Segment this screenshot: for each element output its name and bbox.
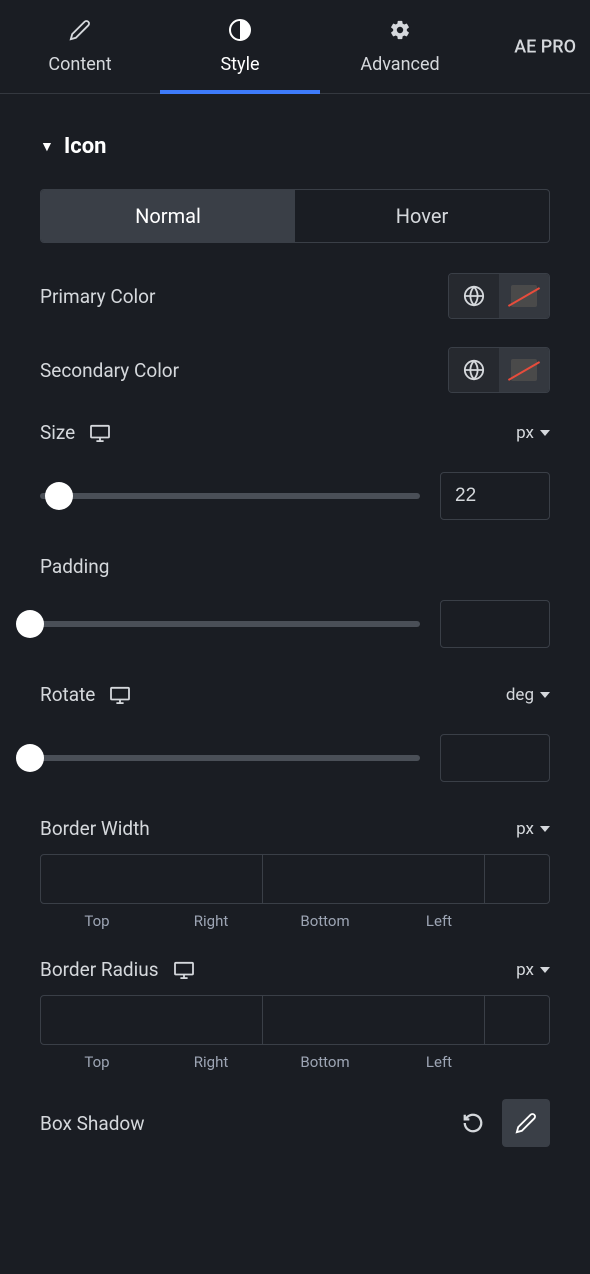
border-radius-top-input[interactable] (41, 996, 263, 1044)
gear-icon (388, 18, 412, 42)
secondary-color-row: Secondary Color (15, 347, 575, 393)
contrast-icon (228, 18, 252, 42)
undo-icon (462, 1112, 484, 1134)
desktop-icon[interactable] (89, 424, 111, 442)
pencil-icon (515, 1112, 537, 1134)
bw-right-label: Right (154, 912, 268, 930)
tab-content[interactable]: Content (0, 18, 160, 93)
size-slider[interactable] (40, 493, 420, 499)
primary-color-row: Primary Color (15, 273, 575, 319)
box-shadow-label: Box Shadow (40, 1112, 145, 1135)
padding-slider-row (15, 600, 575, 648)
pencil-icon (68, 18, 92, 42)
padding-input[interactable] (440, 600, 550, 648)
border-radius-right-input[interactable] (263, 996, 485, 1044)
globe-icon (463, 285, 485, 307)
border-width-top-input[interactable] (41, 855, 263, 903)
padding-label: Padding (15, 555, 575, 578)
state-tabs: Normal Hover (40, 189, 550, 243)
box-shadow-row: Box Shadow (15, 1099, 575, 1147)
desktop-icon[interactable] (173, 961, 195, 979)
border-width-inputs (40, 854, 550, 904)
rotate-slider-thumb[interactable] (16, 744, 44, 772)
chevron-down-icon (540, 430, 550, 436)
border-width-dim-labels: Top Right Bottom Left (40, 912, 550, 930)
size-slider-row (15, 472, 575, 520)
chevron-down-icon (540, 692, 550, 698)
secondary-color-control (448, 347, 550, 393)
border-radius-dim-labels: Top Right Bottom Left (40, 1053, 550, 1071)
bw-bottom-label: Bottom (268, 912, 382, 930)
border-radius-bottom-input[interactable] (485, 996, 550, 1044)
desktop-icon[interactable] (109, 686, 131, 704)
border-width-unit-select[interactable]: px (516, 819, 550, 839)
bw-top-label: Top (40, 912, 154, 930)
primary-color-label: Primary Color (40, 285, 155, 308)
rotate-unit-select[interactable]: deg (506, 685, 550, 705)
secondary-color-swatch[interactable] (499, 348, 549, 392)
tab-advanced[interactable]: Advanced (320, 18, 480, 93)
border-width-label: Border Width (40, 817, 150, 840)
border-radius-inputs (40, 995, 550, 1045)
rotate-row: Rotate deg (15, 683, 575, 706)
secondary-color-label: Secondary Color (40, 359, 179, 382)
padding-slider[interactable] (30, 621, 420, 627)
br-right-label: Right (154, 1053, 268, 1071)
ae-pro-badge[interactable]: AE PRO (514, 36, 576, 57)
primary-color-swatch[interactable] (499, 274, 549, 318)
border-width-right-input[interactable] (263, 855, 485, 903)
secondary-color-global-button[interactable] (449, 348, 499, 392)
chevron-down-icon: ▼ (40, 138, 54, 155)
size-row: Size px (15, 421, 575, 444)
primary-color-control (448, 273, 550, 319)
size-unit-select[interactable]: px (516, 423, 550, 443)
rotate-slider[interactable] (30, 755, 420, 761)
tab-content-label: Content (48, 54, 111, 75)
panel-content: ▼ Icon Normal Hover Primary Color Second… (0, 94, 590, 1167)
main-tabs: Content Style Advanced AE PRO (0, 0, 590, 94)
border-width-row: Border Width px (15, 817, 575, 840)
border-radius-unit-select[interactable]: px (516, 960, 550, 980)
border-width-bottom-input[interactable] (485, 855, 550, 903)
chevron-down-icon (540, 826, 550, 832)
chevron-down-icon (540, 967, 550, 973)
box-shadow-reset-button[interactable] (460, 1110, 486, 1136)
br-left-label: Left (382, 1053, 496, 1071)
size-label: Size (40, 421, 111, 444)
rotate-label: Rotate (40, 683, 131, 706)
box-shadow-edit-button[interactable] (502, 1099, 550, 1147)
globe-icon (463, 359, 485, 381)
section-title: Icon (64, 134, 107, 159)
rotate-input[interactable] (440, 734, 550, 782)
tab-advanced-label: Advanced (360, 54, 439, 75)
size-slider-thumb[interactable] (45, 482, 73, 510)
bw-left-label: Left (382, 912, 496, 930)
border-radius-label: Border Radius (40, 958, 195, 981)
tab-style[interactable]: Style (160, 18, 320, 93)
br-bottom-label: Bottom (268, 1053, 382, 1071)
section-header-icon[interactable]: ▼ Icon (15, 134, 575, 189)
tab-style-label: Style (220, 54, 259, 75)
br-top-label: Top (40, 1053, 154, 1071)
primary-color-global-button[interactable] (449, 274, 499, 318)
state-tab-normal[interactable]: Normal (41, 190, 295, 242)
size-input[interactable] (440, 472, 550, 520)
padding-slider-thumb[interactable] (16, 610, 44, 638)
border-radius-row: Border Radius px (15, 958, 575, 981)
state-tab-hover[interactable]: Hover (295, 190, 549, 242)
rotate-slider-row (15, 734, 575, 782)
